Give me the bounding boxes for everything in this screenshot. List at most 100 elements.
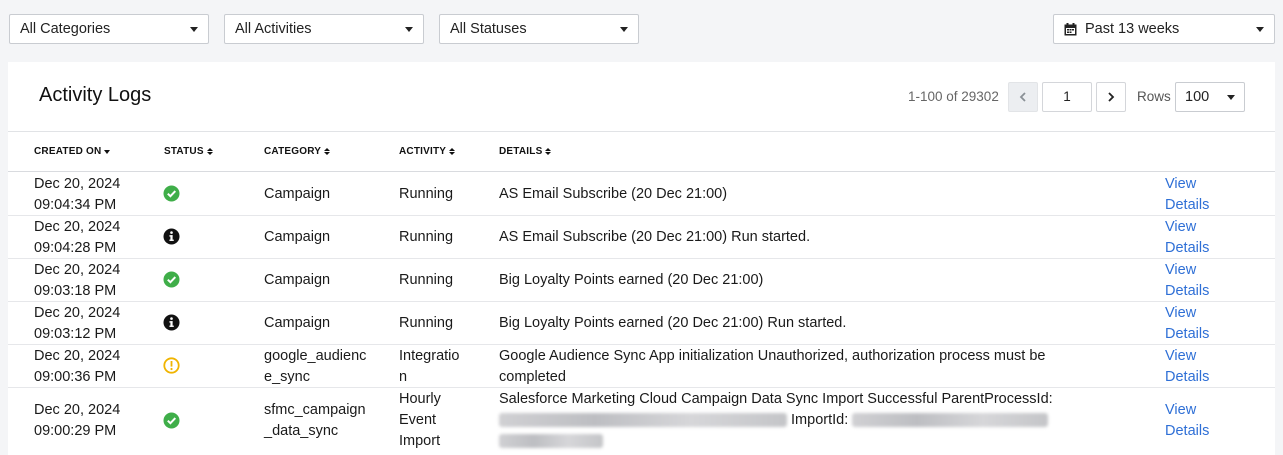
view-details-link[interactable]: View Details [1165,303,1209,345]
table-row: Dec 20, 2024 09:04:28 PM Campaign Running… [8,216,1275,259]
category-filter[interactable]: All Categories [9,14,209,44]
column-header-status[interactable]: STATUS [164,146,213,157]
activity-cell: Running [399,229,454,245]
link-text: Details [1165,369,1210,385]
status-cell [163,185,180,202]
table-row: Dec 20, 2024 09:04:34 PM Campaign Running… [8,173,1275,216]
column-header-details[interactable]: DETAILS [499,146,552,157]
category-text: _data_sync [264,423,339,439]
redacted-value [499,413,787,428]
status-filter-value: All Statuses [450,21,527,37]
activity-cell: Running [399,315,454,331]
info-icon [163,228,180,245]
link-text: View [1165,262,1197,278]
page-number-input[interactable]: 1 [1042,82,1092,112]
activity-cell: Integratio n [399,346,459,388]
column-label: ACTIVITY [399,146,447,157]
activity-text: Import [399,433,441,449]
table-row: Dec 20, 2024 09:00:29 PM sfmc_campaign _da… [8,388,1275,455]
view-details-link[interactable]: View Details [1165,260,1209,302]
date-text: Dec 20, 2024 [34,402,121,418]
category-cell: google_audienc e_sync [264,346,366,388]
created-on-cell: Dec 20, 2024 09:00:36 PM [34,346,120,388]
table-row: Dec 20, 2024 09:00:36 PM google_audienc e_… [8,345,1275,388]
rows-per-page-select[interactable]: 100 [1175,82,1245,112]
created-on-cell: Dec 20, 2024 09:04:28 PM [34,217,120,259]
details-text: completed [499,369,566,385]
column-header-category[interactable]: CATEGORY [264,146,331,157]
link-text: Details [1165,240,1210,256]
created-on-cell: Dec 20, 2024 09:00:29 PM [34,400,120,442]
details-cell: Big Loyalty Points earned (20 Dec 21:00) [499,272,764,288]
warning-icon [163,357,180,374]
category-cell: Campaign [264,272,331,288]
time-text: 09:03:18 PM [34,283,117,299]
column-label: CATEGORY [264,146,322,157]
details-line: ImportId: [499,410,1119,431]
chevron-left-icon [1019,92,1026,102]
status-cell [163,228,180,245]
table-header: CREATED ON STATUS CATEGORY ACTIVITY DETA… [8,132,1275,172]
status-cell [163,412,180,429]
chevron-down-icon [620,26,628,32]
activity-filter[interactable]: All Activities [224,14,424,44]
success-check-icon [163,412,180,429]
table-row: Dec 20, 2024 09:03:18 PM Campaign Running… [8,259,1275,302]
view-details-link[interactable]: View Details [1165,174,1209,216]
details-text: Google Audience Sync App initialization … [499,348,1046,364]
sort-icon [324,148,331,155]
link-text: View [1165,402,1197,418]
link-text: Details [1165,423,1210,439]
view-details-link[interactable]: View Details [1165,400,1209,442]
link-text: View [1165,348,1197,364]
category-text: google_audienc [264,348,367,364]
date-range-value: Past 13 weeks [1085,21,1180,37]
pagination-range: 1-100 of 29302 [908,89,999,104]
column-label: CREATED ON [34,146,102,157]
view-details-link[interactable]: View Details [1165,346,1209,388]
chevron-down-icon [1256,26,1264,32]
details-cell: Google Audience Sync App initialization … [499,346,1099,388]
status-cell [163,271,180,288]
details-line [499,431,1119,452]
next-page-button[interactable] [1096,82,1126,112]
time-text: 09:04:28 PM [34,240,117,256]
column-label: STATUS [164,146,204,157]
status-filter[interactable]: All Statuses [439,14,639,44]
rows-per-page-value: 100 [1185,89,1210,105]
column-header-activity[interactable]: ACTIVITY [399,146,456,157]
chevron-down-icon [405,26,413,32]
sort-desc-icon [104,149,111,154]
link-text: Details [1165,197,1210,213]
column-header-created-on[interactable]: CREATED ON [34,146,111,157]
category-cell: Campaign [264,186,331,202]
activity-text: n [399,369,408,385]
created-on-cell: Dec 20, 2024 09:03:18 PM [34,260,120,302]
link-text: View [1165,219,1197,235]
details-cell: AS Email Subscribe (20 Dec 21:00) Run st… [499,229,811,245]
activity-cell: Running [399,272,454,288]
info-icon [163,314,180,331]
activity-cell: Running [399,186,454,202]
redacted-value [852,413,1049,428]
view-details-link[interactable]: View Details [1165,217,1209,259]
link-text: View [1165,176,1197,192]
sort-icon [545,148,552,155]
prev-page-button[interactable] [1008,82,1038,112]
link-text: Details [1165,326,1210,342]
status-cell [163,357,180,374]
time-text: 09:03:12 PM [34,326,117,342]
chevron-down-icon [1227,94,1235,100]
details-text: ImportId: [791,412,849,428]
chevron-right-icon [1108,92,1115,102]
calendar-icon [1064,22,1077,36]
link-text: Details [1165,283,1210,299]
time-text: 09:04:34 PM [34,197,117,213]
time-text: 09:00:36 PM [34,369,117,385]
details-text: Salesforce Marketing Cloud Campaign Data… [499,391,1053,407]
date-text: Dec 20, 2024 [34,348,121,364]
activity-logs-panel: Activity Logs 1-100 of 29302 1 Rows 100 … [8,62,1275,455]
details-cell: Salesforce Marketing Cloud Campaign Data… [499,389,1119,452]
date-range-filter[interactable]: Past 13 weeks [1053,14,1275,44]
success-check-icon [163,185,180,202]
